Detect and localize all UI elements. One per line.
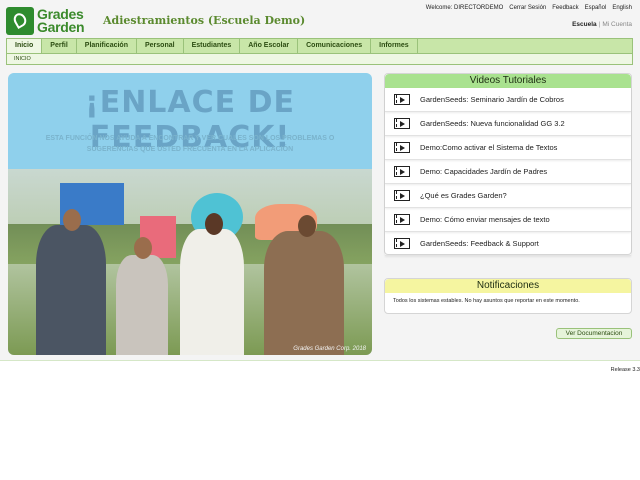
- logout-link[interactable]: Cerrar Sesión: [509, 5, 546, 11]
- person-head: [205, 213, 223, 235]
- person-figure: [36, 225, 106, 355]
- video-item[interactable]: GardenSeeds: Feedback & Support: [385, 232, 631, 256]
- video-title: GardenSeeds: Feedback & Support: [420, 239, 539, 248]
- person-figure: [264, 231, 344, 355]
- video-list: GardenSeeds: Seminario Jardín de Cobros …: [385, 88, 631, 256]
- tab-perfil[interactable]: Perfil: [42, 39, 77, 53]
- film-icon: [394, 238, 410, 249]
- tab-informes[interactable]: Informes: [371, 39, 418, 53]
- footer: Release 3.3: [0, 360, 640, 480]
- account-switch: Escuela | Mi Cuenta: [572, 21, 632, 28]
- film-icon: [394, 142, 410, 153]
- person-figure: [180, 229, 244, 355]
- tab-estudiantes[interactable]: Estudiantes: [184, 39, 241, 53]
- logo-text: Grades Garden: [37, 7, 85, 35]
- tab-comunicaciones[interactable]: Comunicaciones: [298, 39, 372, 53]
- video-title: Demo: Cómo enviar mensajes de texto: [420, 215, 550, 224]
- film-icon: [394, 166, 410, 177]
- person-head: [134, 237, 152, 259]
- school-account-link[interactable]: Escuela: [572, 21, 597, 28]
- leaf-icon: [6, 7, 34, 35]
- feedback-banner[interactable]: ¡ENLACE DE FEEDBACK! ESTA FUNCIÓN NOS AY…: [8, 73, 372, 355]
- top-bar: Grades Garden Adiestramientos (Escuela D…: [0, 0, 640, 38]
- tab-ano-escolar[interactable]: Año Escolar: [240, 39, 299, 53]
- video-title: Demo:Como activar el Sistema de Textos: [420, 143, 558, 152]
- feedback-link[interactable]: Feedback: [552, 5, 578, 11]
- person-head: [298, 215, 316, 237]
- main-nav: Inicio Perfil Planificación Personal Est…: [6, 38, 633, 54]
- videos-panel: Videos Tutoriales GardenSeeds: Seminario…: [384, 73, 632, 256]
- breadcrumb[interactable]: INICIO: [6, 54, 633, 65]
- spanish-link[interactable]: Español: [585, 5, 607, 11]
- video-title: GardenSeeds: Seminario Jardín de Cobros: [420, 95, 564, 104]
- notifications-panel: Notificaciones Todos los sistemas establ…: [384, 278, 632, 314]
- grades-garden-logo[interactable]: Grades Garden: [6, 6, 94, 36]
- my-account-link[interactable]: Mi Cuenta: [602, 21, 632, 28]
- release-version: Release 3.3: [610, 367, 640, 373]
- film-icon: [394, 214, 410, 225]
- school-title: Adiestramientos (Escuela Demo): [103, 14, 306, 27]
- person-head: [63, 209, 81, 231]
- video-item[interactable]: Demo:Como activar el Sistema de Textos: [385, 136, 631, 160]
- view-documentation-button[interactable]: Ver Documentacion: [556, 328, 632, 339]
- video-title: GardenSeeds: Nueva funcionalidad GG 3.2: [420, 119, 565, 128]
- video-item[interactable]: GardenSeeds: Seminario Jardín de Cobros: [385, 88, 631, 112]
- top-links: Welcome: DIRECTORDEMO Cerrar Sesión Feed…: [426, 5, 632, 11]
- film-icon: [394, 94, 410, 105]
- video-item[interactable]: GardenSeeds: Nueva funcionalidad GG 3.2: [385, 112, 631, 136]
- tab-inicio[interactable]: Inicio: [7, 39, 43, 53]
- video-item[interactable]: Demo: Cómo enviar mensajes de texto: [385, 208, 631, 232]
- welcome-text: Welcome: DIRECTORDEMO: [425, 5, 504, 11]
- tab-planificacion[interactable]: Planificación: [77, 39, 137, 53]
- notification-message: Todos los sistemas estables. No hay asun…: [393, 298, 580, 304]
- film-icon: [394, 118, 410, 129]
- tab-personal[interactable]: Personal: [137, 39, 184, 53]
- banner-credit: Grades Garden Corp. 2018: [293, 346, 366, 352]
- videos-title: Videos Tutoriales: [385, 74, 631, 88]
- notifications-title: Notificaciones: [385, 279, 631, 293]
- video-item[interactable]: ¿Qué es Grades Garden?: [385, 184, 631, 208]
- person-figure: [116, 255, 168, 355]
- english-link[interactable]: English: [612, 5, 632, 11]
- video-title: ¿Qué es Grades Garden?: [420, 191, 507, 200]
- separator: |: [598, 21, 601, 28]
- logo-text-bottom: Garden: [37, 19, 85, 35]
- video-title: Demo: Capacidades Jardín de Padres: [420, 167, 548, 176]
- video-item[interactable]: Demo: Capacidades Jardín de Padres: [385, 160, 631, 184]
- banner-subtitle: ESTA FUNCIÓN NOS AYUDA A ENCONTRAR Y VER…: [45, 135, 335, 153]
- film-icon: [394, 190, 410, 201]
